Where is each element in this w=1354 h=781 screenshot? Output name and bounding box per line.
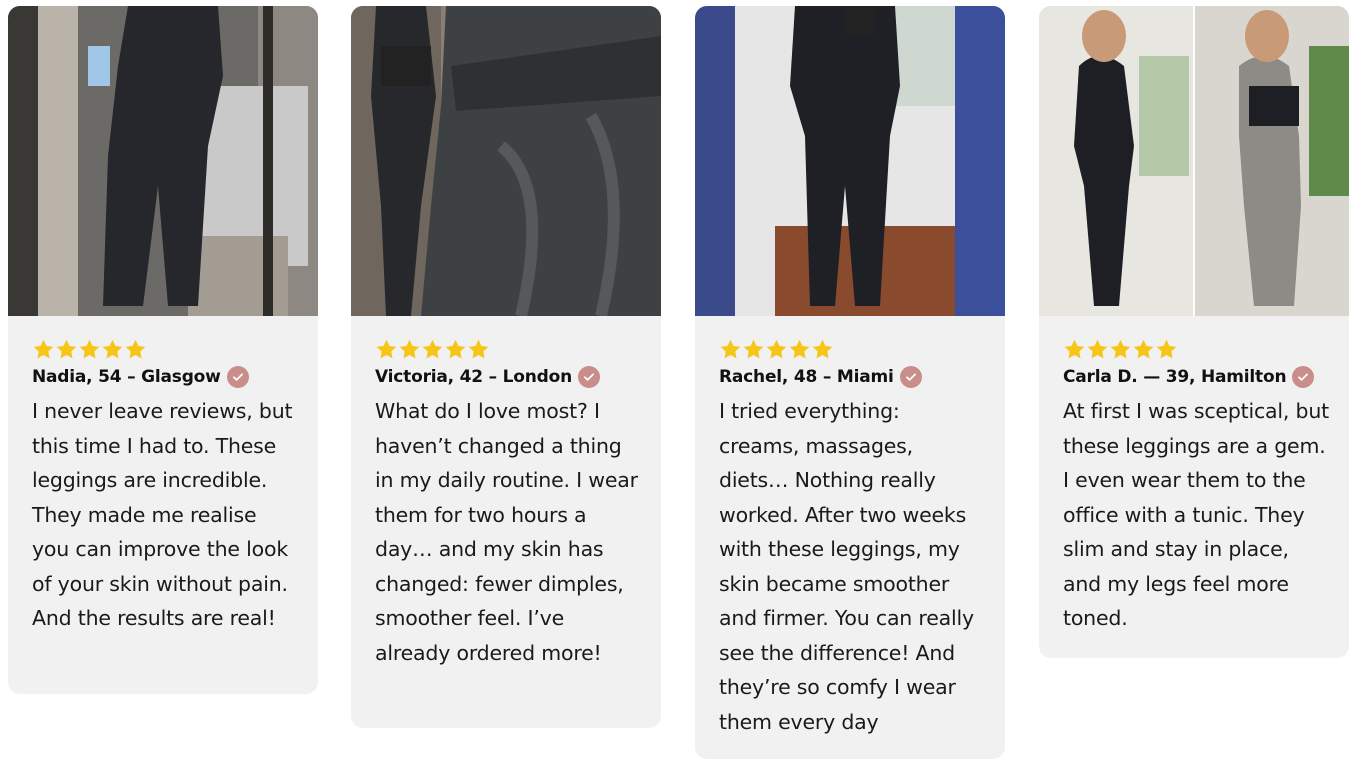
star-icon xyxy=(1132,338,1155,361)
star-icon xyxy=(788,338,811,361)
star-icon xyxy=(1086,338,1109,361)
review-photo xyxy=(8,6,318,316)
reviewer-name-text: Victoria, 42 – London xyxy=(375,367,572,387)
review-text: I never leave reviews, but this time I h… xyxy=(32,399,293,630)
star-icon xyxy=(398,338,421,361)
reviewer-name: Rachel, 48 – Miami xyxy=(719,366,985,388)
star-icon xyxy=(78,338,101,361)
star-icon xyxy=(467,338,490,361)
star-icon xyxy=(1155,338,1178,361)
star-icon xyxy=(375,338,398,361)
star-icon xyxy=(55,338,78,361)
star-rating xyxy=(375,338,641,364)
reviewer-name: Victoria, 42 – London xyxy=(375,366,641,388)
star-rating xyxy=(32,338,298,364)
review-card: Carla D. — 39, Hamilton At first I was s… xyxy=(1039,6,1349,658)
review-text: At first I was sceptical, but these legg… xyxy=(1063,399,1329,630)
star-rating xyxy=(1063,338,1329,364)
verified-check-icon xyxy=(1292,366,1315,388)
reviewer-name-text: Nadia, 54 – Glasgow xyxy=(32,367,221,387)
verified-check-icon xyxy=(578,366,600,388)
star-icon xyxy=(765,338,788,361)
review-card: Rachel, 48 – Miami I tried everything: c… xyxy=(695,6,1005,759)
star-icon xyxy=(32,338,55,361)
star-icon xyxy=(444,338,467,361)
star-icon xyxy=(742,338,765,361)
reviewer-name-text: Rachel, 48 – Miami xyxy=(719,367,894,387)
star-icon xyxy=(124,338,147,361)
reviews-grid: Nadia, 54 – Glasgow I never leave review… xyxy=(0,0,1354,781)
reviewer-name-text: Carla D. — 39, Hamilton xyxy=(1063,367,1287,387)
review-text: What do I love most? I haven’t changed a… xyxy=(375,399,638,665)
review-card: Victoria, 42 – London What do I love mos… xyxy=(351,6,661,728)
review-photo xyxy=(1039,6,1349,316)
reviewer-name: Nadia, 54 – Glasgow xyxy=(32,366,298,388)
reviewer-name: Carla D. — 39, Hamilton xyxy=(1063,366,1329,388)
star-icon xyxy=(811,338,834,361)
review-text: I tried everything: creams, massages, di… xyxy=(719,399,974,734)
review-photo xyxy=(351,6,661,316)
verified-check-icon xyxy=(226,366,249,388)
verified-check-icon xyxy=(899,366,922,388)
star-icon xyxy=(719,338,742,361)
star-icon xyxy=(421,338,444,361)
star-icon xyxy=(101,338,124,361)
star-icon xyxy=(1109,338,1132,361)
star-icon xyxy=(1063,338,1086,361)
review-card: Nadia, 54 – Glasgow I never leave review… xyxy=(8,6,318,694)
star-rating xyxy=(719,338,985,364)
review-photo xyxy=(695,6,1005,316)
